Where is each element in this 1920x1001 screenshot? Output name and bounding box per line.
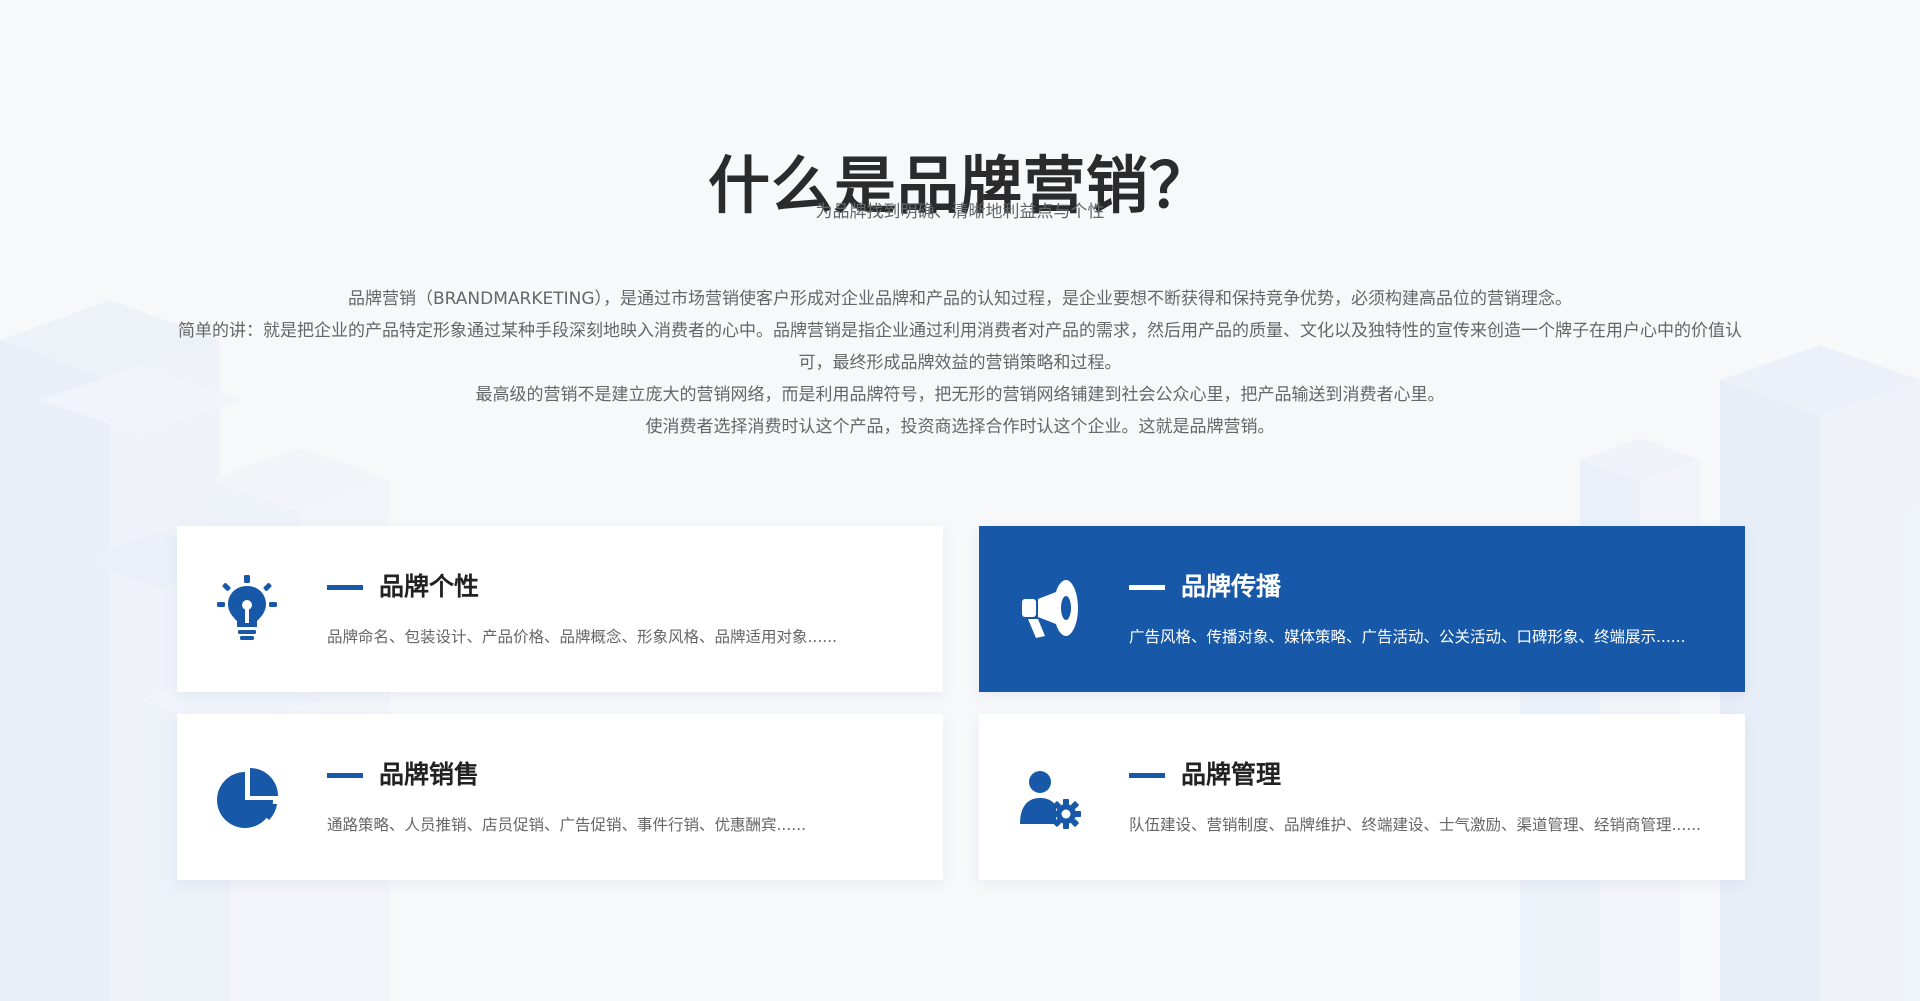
card-description: 队伍建设、营销制度、品牌维护、终端建设、士气激励、渠道管理、经销商管理.....… [1129, 816, 1702, 834]
card-brand-personality[interactable]: 品牌个性 品牌命名、包装设计、产品价格、品牌概念、形象风格、品牌适用对象....… [177, 526, 943, 692]
card-description: 通路策略、人员推销、店员促销、广告促销、事件行销、优惠酬宾...... [327, 816, 807, 834]
lightbulb-icon [217, 575, 277, 640]
title-dash [1129, 585, 1165, 590]
card-description: 品牌命名、包装设计、产品价格、品牌概念、形象风格、品牌适用对象...... [327, 628, 838, 646]
card-brand-sales[interactable]: 品牌销售 通路策略、人员推销、店员促销、广告促销、事件行销、优惠酬宾...... [177, 714, 943, 880]
card-title: 品牌销售 [379, 760, 480, 789]
card-title: 品牌个性 [379, 572, 480, 601]
intro-line: 使消费者选择消费时认这个产品，投资商选择合作时认这个企业。这就是品牌营销。 [645, 417, 1275, 437]
card-title: 品牌传播 [1181, 572, 1282, 601]
title-dash [327, 585, 363, 590]
pie-chart-icon [217, 768, 278, 828]
page-subtitle: 为品牌找到明确、清晰地利益点与个性 [815, 202, 1105, 222]
megaphone-icon [1022, 580, 1078, 638]
card-brand-management[interactable]: 品牌管理 队伍建设、营销制度、品牌维护、终端建设、士气激励、渠道管理、经销商管理… [979, 714, 1745, 880]
card-brand-communication[interactable]: 品牌传播 广告风格、传播对象、媒体策略、广告活动、公关活动、口碑形象、终端展示.… [979, 526, 1745, 692]
title-dash [327, 773, 363, 778]
intro-line: 简单的讲：就是把企业的产品特定形象通过某种手段深刻地映入消费者的心中。品牌营销是… [178, 321, 1742, 373]
intro-line: 品牌营销（BRANDMARKETING），是通过市场营销使客户形成对企业品牌和产… [347, 289, 1572, 309]
intro-text: 品牌营销（BRANDMARKETING），是通过市场营销使客户形成对企业品牌和产… [175, 283, 1745, 443]
intro-line: 最高级的营销不是建立庞大的营销网络，而是利用品牌符号，把无形的营销网络铺建到社会… [475, 385, 1445, 405]
title-dash [1129, 773, 1165, 778]
user-gear-icon [1020, 771, 1081, 829]
card-description: 广告风格、传播对象、媒体策略、广告活动、公关活动、口碑形象、终端展示...... [1129, 628, 1686, 646]
card-title: 品牌管理 [1181, 760, 1282, 789]
